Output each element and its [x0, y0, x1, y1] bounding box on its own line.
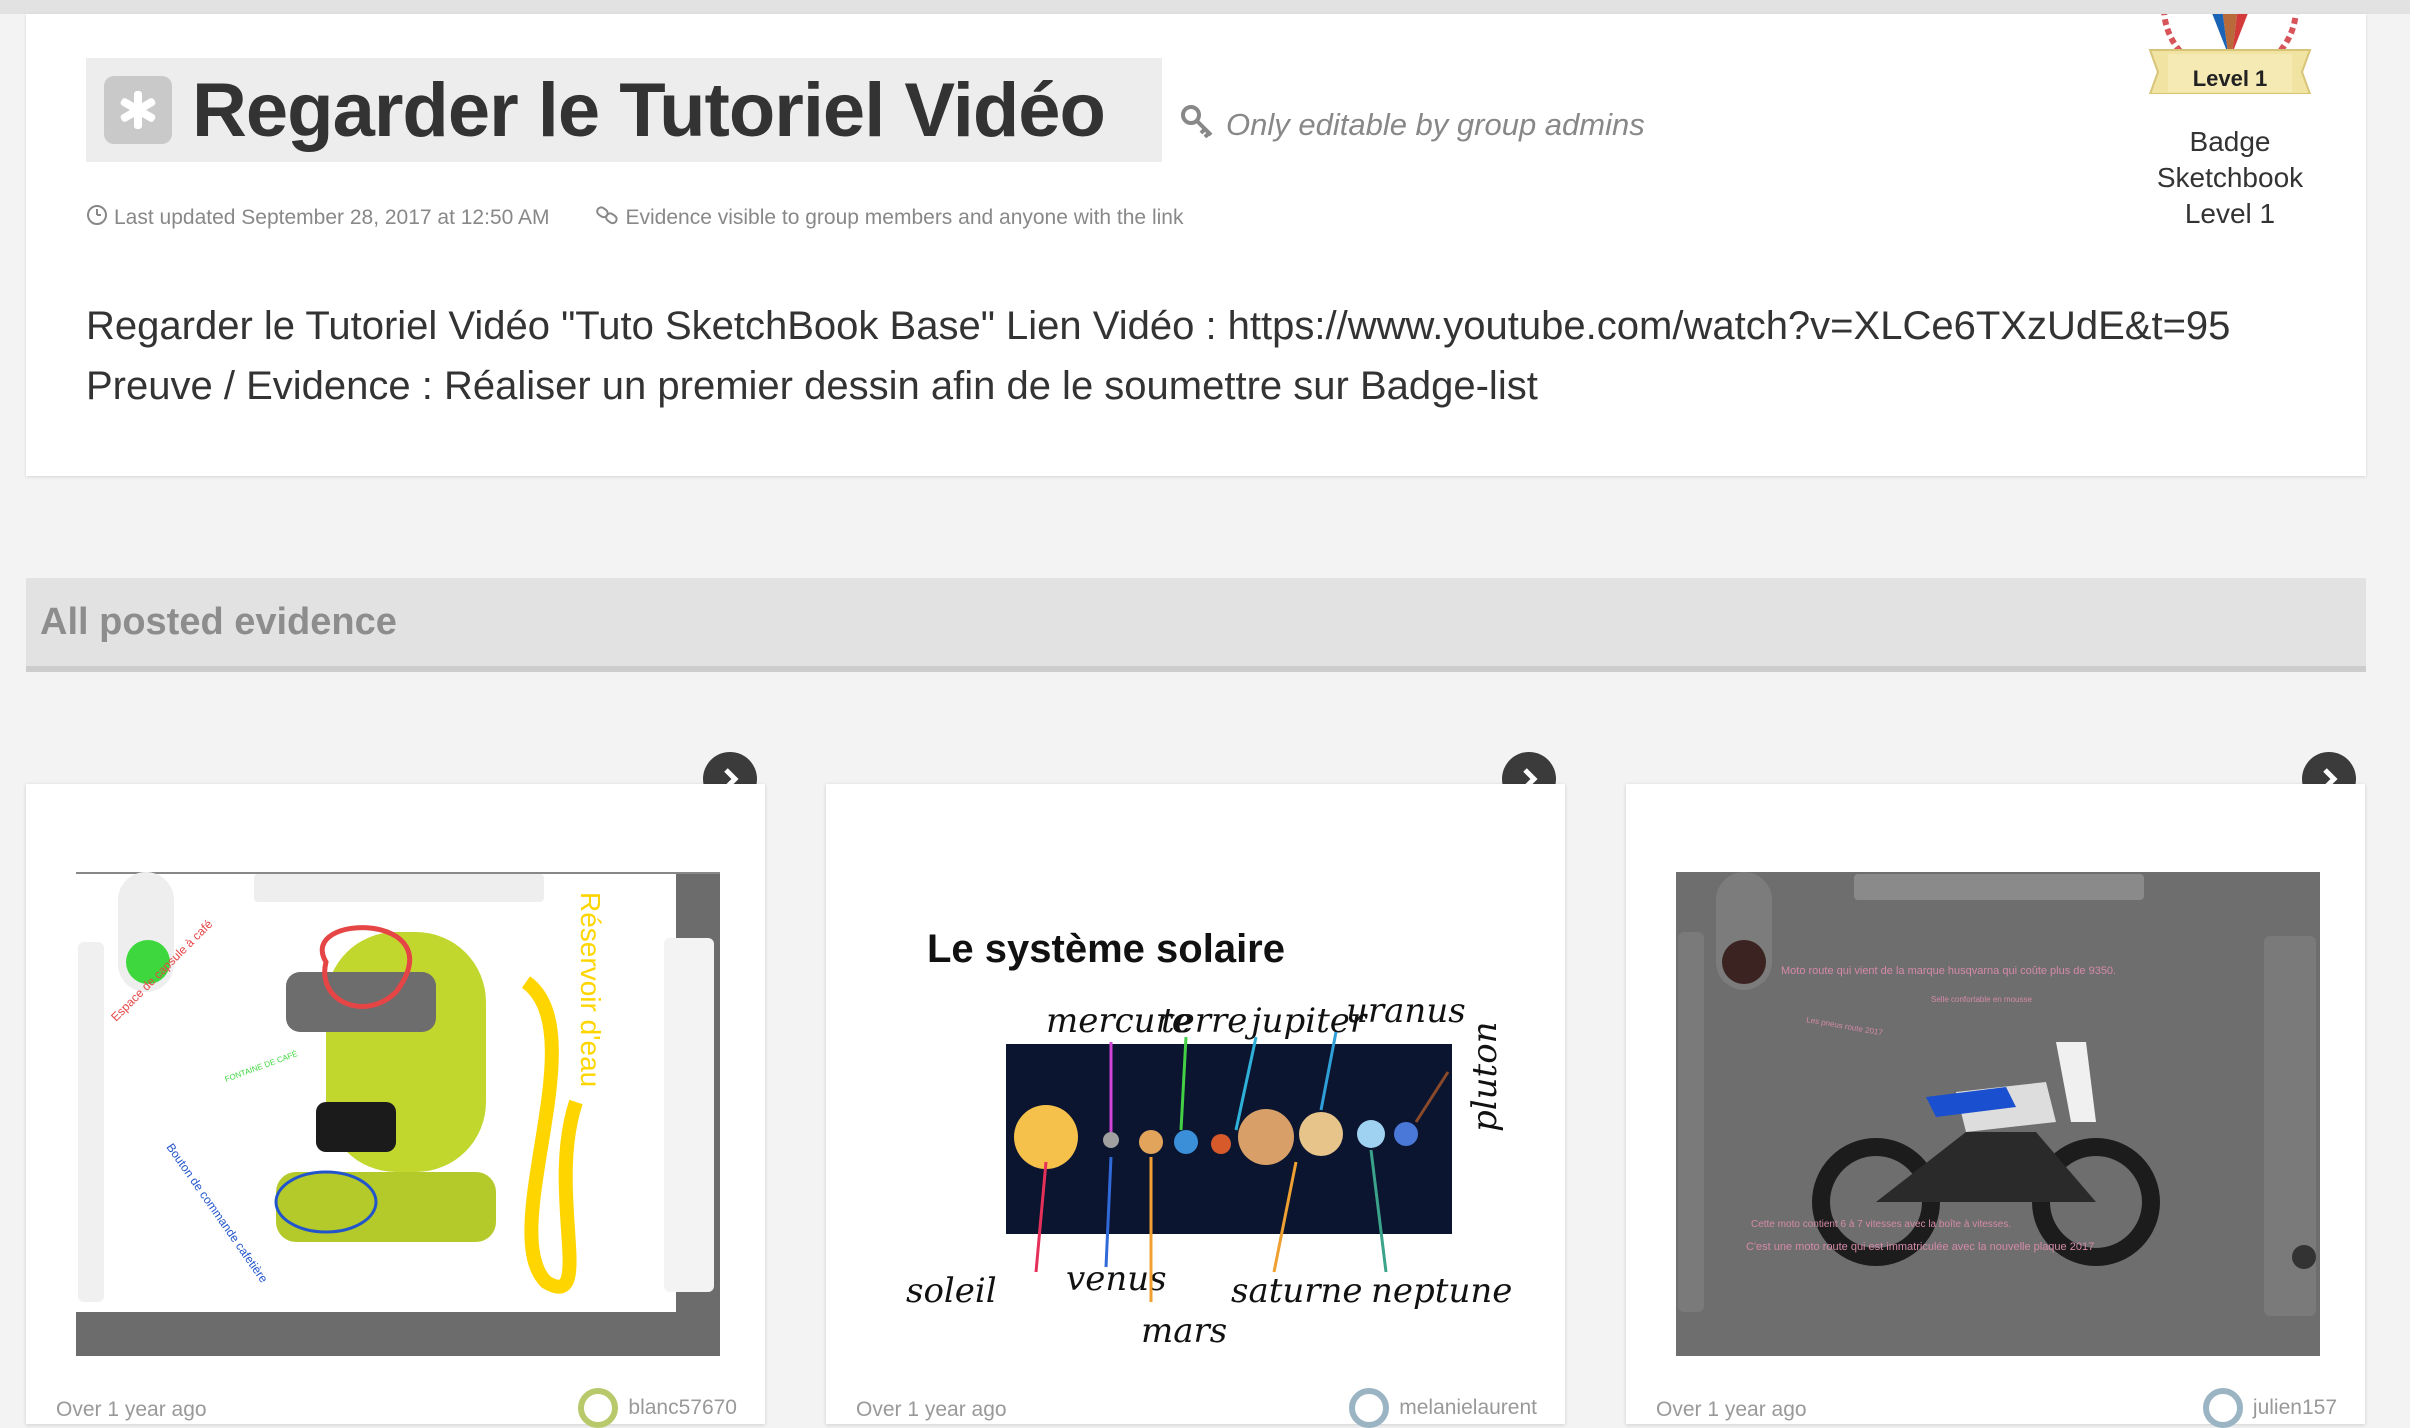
badge-caption-line-1: Badge — [2189, 126, 2271, 157]
badge-caption[interactable]: Badge Sketchbook Level 1 — [2110, 124, 2350, 232]
last-updated-text: Last updated September 28, 2017 at 12:50… — [114, 206, 550, 229]
visibility: Evidence visible to group members and an… — [595, 204, 1183, 232]
title-box: Regarder le Tutoriel Vidéo — [86, 58, 1162, 162]
evidence-2-username: melanielaurent — [1399, 1396, 1537, 1419]
description-line-1: Regarder le Tutoriel Vidéo "Tuto SketchB… — [86, 304, 2231, 348]
evidence-1-user[interactable]: blanc57670 — [578, 1388, 737, 1428]
evidence-2-label-uranus: uranus — [1346, 991, 1466, 1031]
badge-caption-line-2: Sketchbook — [2156, 162, 2304, 193]
avatar — [578, 1388, 619, 1428]
avatar — [2202, 1388, 2243, 1428]
description: Regarder le Tutoriel Vidéo "Tuto SketchB… — [86, 296, 2286, 416]
evidence-2-label-soleil: soleil — [906, 1271, 997, 1311]
evidence-1-image[interactable]: Espace de capsule à café FONTAINE DE CAF… — [76, 872, 720, 1356]
last-updated: Last updated September 28, 2017 at 12:50… — [86, 204, 549, 232]
evidence-2-label-mars: mars — [1141, 1311, 1227, 1351]
evidence-2-image[interactable]: Le système solaire soleil mercure terre … — [876, 872, 1520, 1356]
evidence-section-header: All posted evidence — [26, 578, 2366, 672]
page-title: Regarder le Tutoriel Vidéo — [192, 67, 1106, 153]
editable-note: Only editable by group admins — [1180, 104, 1645, 146]
evidence-2-user[interactable]: melanielaurent — [1349, 1388, 1537, 1428]
evidence-3-image[interactable]: Moto route qui vient de la marque husqva… — [1676, 872, 2320, 1356]
avatar — [1349, 1388, 1390, 1428]
evidence-card-1[interactable]: Espace de capsule à café FONTAINE DE CAF… — [26, 784, 765, 1428]
evidence-3-annotation-5: C'est une moto route qui est immatriculé… — [1746, 1241, 2094, 1253]
evidence-2-label-pluton: pluton — [1465, 1021, 1505, 1132]
evidence-3-annotation-2: Selle confortable en mousse — [1931, 995, 2033, 1004]
description-line-2: Preuve / Evidence : Réaliser un premier … — [86, 364, 1538, 408]
evidence-3-annotation-4: Cette moto contient 6 à 7 vitesses avec … — [1751, 1219, 2011, 1230]
evidence-2-label-terre: terre — [1161, 1001, 1247, 1041]
badge[interactable]: Level 1 Badge Sketchbook Level 1 — [2110, 0, 2350, 229]
editable-note-text: Only editable by group admins — [1226, 107, 1645, 142]
evidence-2-label-saturne: saturne — [1231, 1271, 1363, 1311]
badge-image: Level 1 — [2148, 0, 2312, 95]
evidence-2-label-neptune: neptune — [1371, 1271, 1512, 1311]
evidence-3-username: julien157 — [2252, 1396, 2337, 1419]
top-bar — [0, 0, 2410, 14]
requirement-card: Regarder le Tutoriel Vidéo Only editable… — [26, 0, 2366, 476]
clock-icon — [86, 204, 108, 232]
badge-ribbon-text: Level 1 — [2193, 66, 2268, 91]
evidence-2-time: Over 1 year ago — [856, 1398, 1007, 1421]
evidence-3-time: Over 1 year ago — [1656, 1398, 1807, 1421]
evidence-1-time: Over 1 year ago — [56, 1398, 207, 1421]
evidence-2-title: Le système solaire — [927, 927, 1285, 971]
evidence-3-user[interactable]: julien157 — [2202, 1388, 2337, 1428]
evidence-section-title: All posted evidence — [40, 600, 397, 643]
badge-caption-line-3: Level 1 — [2184, 198, 2276, 229]
evidence-1-username: blanc57670 — [628, 1396, 737, 1419]
evidence-3-annotation-1: Moto route qui vient de la marque husqva… — [1781, 965, 2116, 977]
evidence-card-2[interactable]: Le système solaire soleil mercure terre … — [826, 784, 1565, 1428]
evidence-card-3[interactable]: Moto route qui vient de la marque husqva… — [1626, 784, 2365, 1428]
key-icon — [1180, 104, 1214, 146]
asterisk-icon — [104, 76, 172, 144]
meta-row: Last updated September 28, 2017 at 12:50… — [86, 204, 1229, 232]
evidence-1-annotation-4: Réservoir d'eau — [575, 892, 606, 1087]
link-icon — [595, 204, 619, 232]
visibility-text: Evidence visible to group members and an… — [625, 206, 1184, 229]
